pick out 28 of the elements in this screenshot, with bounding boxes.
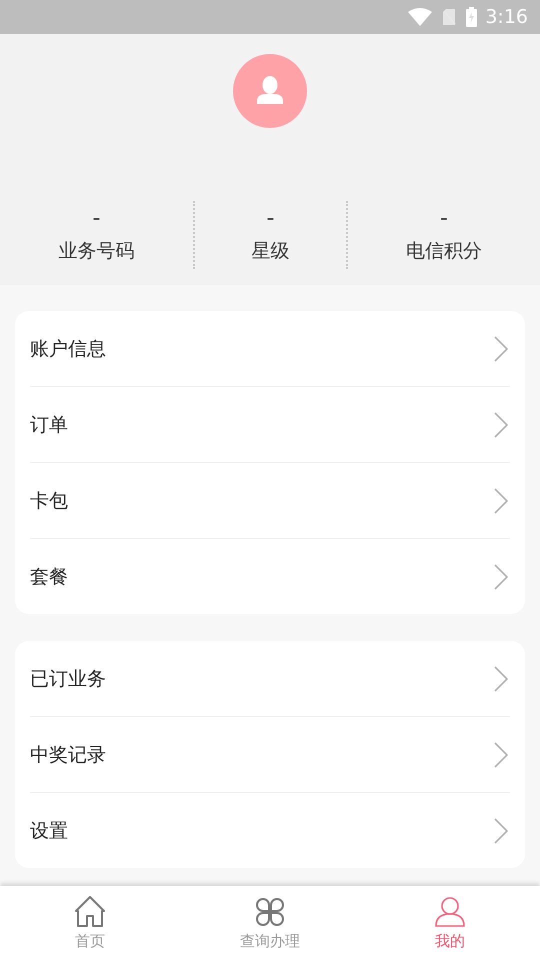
menu-item[interactable]: 卡包 <box>30 488 68 514</box>
stat-label: 电信积分 <box>406 239 482 264</box>
stat-value: - <box>92 206 100 232</box>
chevron-right-icon <box>494 742 508 768</box>
chevron-right-icon <box>494 818 508 844</box>
chevron-right-icon <box>494 412 508 438</box>
stat-value: - <box>440 206 448 232</box>
chevron-right-icon <box>494 666 508 692</box>
stat-label: 业务号码 <box>58 239 134 264</box>
battery-icon <box>466 7 478 27</box>
stat-value: - <box>266 206 274 232</box>
menu-item[interactable]: 套餐 <box>30 564 68 590</box>
stat-label: 星级 <box>252 239 290 264</box>
wifi-icon <box>408 8 432 26</box>
person-icon <box>434 896 466 928</box>
menu-item[interactable]: 账户信息 <box>30 336 106 362</box>
chevron-right-icon <box>494 564 508 590</box>
menu-item[interactable]: 设置 <box>30 818 68 844</box>
menu-item[interactable]: 订单 <box>30 412 68 438</box>
grid-icon <box>254 896 286 928</box>
menu-item[interactable]: 已订业务 <box>30 666 106 692</box>
home-icon <box>74 896 106 928</box>
chevron-right-icon <box>494 336 508 362</box>
no-sim-icon <box>442 8 456 26</box>
status-time: 3:16 <box>485 6 528 28</box>
chevron-right-icon <box>494 488 508 514</box>
menu-item[interactable]: 中奖记录 <box>30 742 106 768</box>
avatar-icon[interactable] <box>233 54 307 128</box>
